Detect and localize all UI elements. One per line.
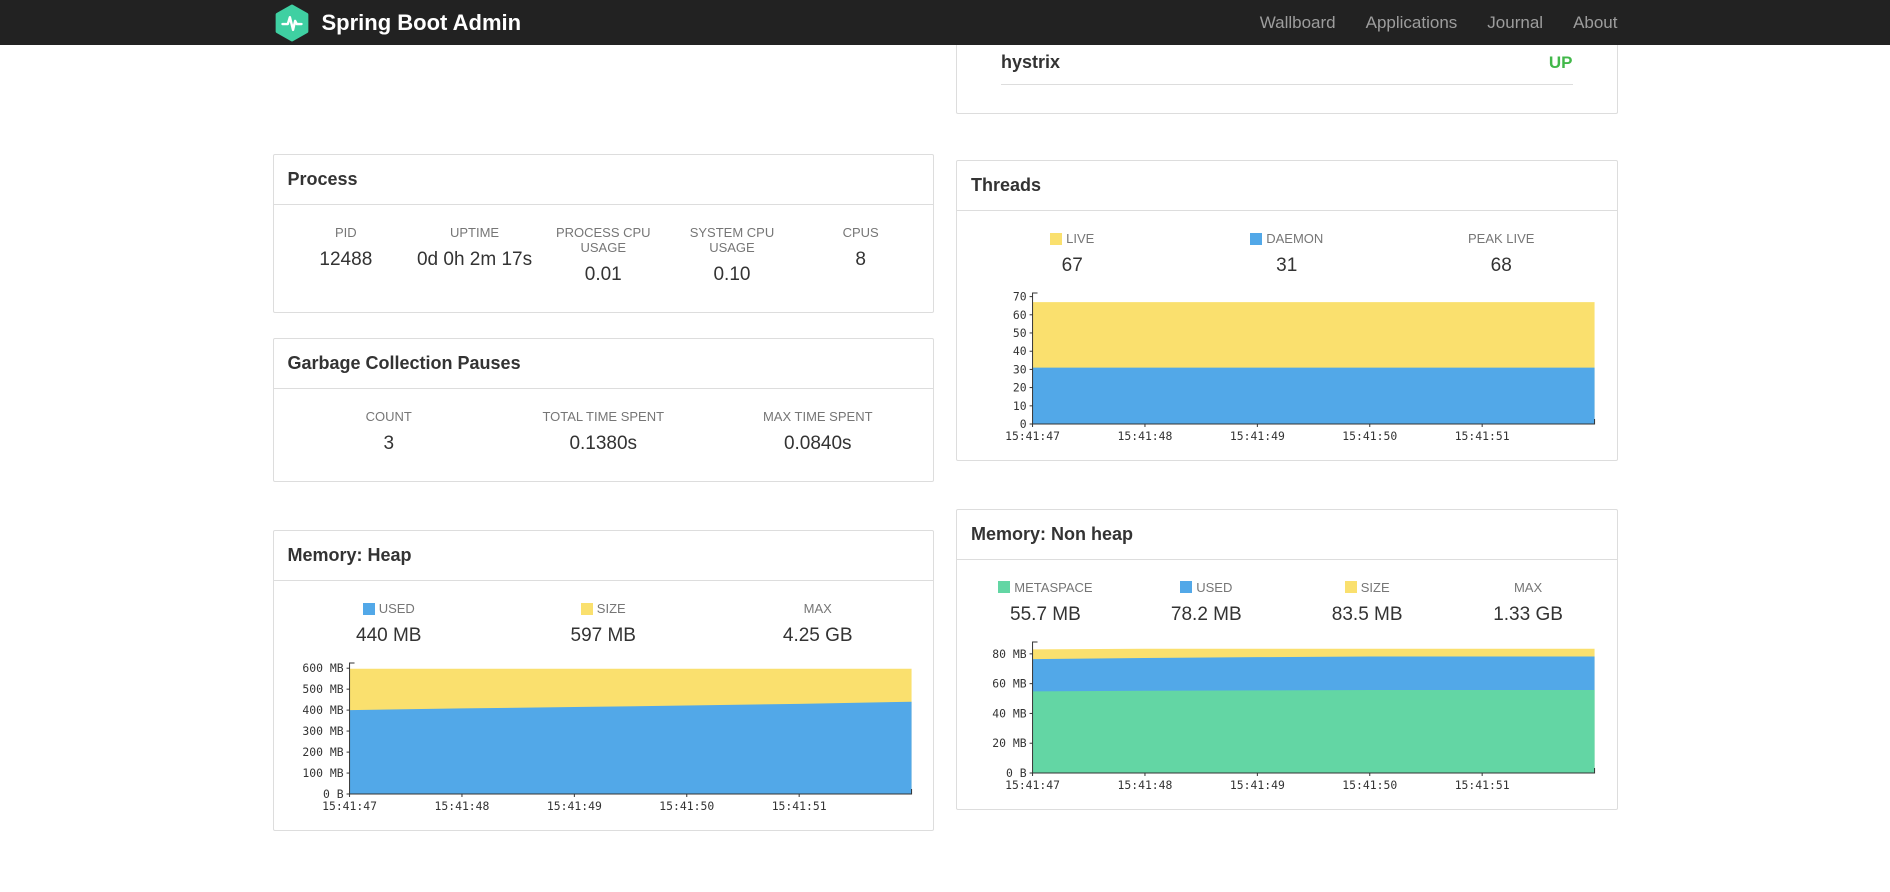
memory-nonheap-legend: METASPACE 55.7 MB USED 78.2 MB SIZE 83.5… — [957, 560, 1617, 630]
svg-text:200 MB: 200 MB — [302, 745, 343, 759]
svg-text:15:41:50: 15:41:50 — [1342, 429, 1397, 443]
memory-heap-legend: USED 440 MB SIZE 597 MB MAX 4.25 GB — [274, 581, 934, 651]
nav-item-wallboard[interactable]: Wallboard — [1260, 13, 1336, 33]
stat-pid: PID 12488 — [319, 225, 373, 270]
memory-heap-panel: Memory: Heap USED 440 MB SIZE 597 MB MAX… — [272, 530, 934, 831]
memory-heap-chart-wrap: 0 B 100 MB 200 MB 300 MB 400 MB 500 MB 600 MB 1… — [274, 651, 934, 830]
svg-text:15:41:49: 15:41:49 — [1230, 778, 1285, 792]
svg-text:500 MB: 500 MB — [302, 682, 343, 696]
size-swatch-icon — [1344, 581, 1357, 594]
gc-panel-title: Garbage Collection Pauses — [273, 339, 933, 389]
memory-heap-panel-title: Memory: Heap — [273, 531, 933, 581]
gc-stats: COUNT 3 TOTAL TIME SPENT 0.1380s MAX TIM… — [274, 389, 934, 481]
health-name: hystrix — [1001, 52, 1061, 72]
svg-text:60 MB: 60 MB — [992, 676, 1026, 690]
threads-chart-wrap: 0 10 20 30 40 50 60 70 15:41:47 15:41:48 15:41:49 1… — [957, 281, 1617, 460]
legend-nonheap-used: USED 78.2 MB — [1170, 579, 1242, 625]
threads-panel: Threads LIVE 67 DAEMON 31 PEAK LIVE 68 0… — [956, 160, 1618, 461]
gc-panel: Garbage Collection Pauses COUNT 3 TOTAL … — [272, 338, 934, 482]
health-row-hystrix: hystrix UP — [1001, 45, 1573, 85]
brand-title: Spring Boot Admin — [321, 9, 522, 35]
memory-nonheap-chart-wrap: 0 B 20 MB 40 MB 60 MB 80 MB 15:41:47 15:41:48 1… — [957, 630, 1617, 809]
threads-legend: LIVE 67 DAEMON 31 PEAK LIVE 68 — [957, 211, 1617, 281]
legend-threads-peak-live: PEAK LIVE 68 — [1468, 231, 1535, 276]
spring-boot-admin-logo-icon — [273, 4, 311, 42]
process-stats: PID 12488 UPTIME 0d 0h 2m 17s PROCESS CP… — [274, 205, 934, 312]
right-column: hystrix UP Threads LIVE 67 DAEMON 31 PEA… — [956, 45, 1618, 810]
memory-nonheap-panel: Memory: Non heap METASPACE 55.7 MB USED … — [956, 508, 1618, 810]
svg-text:15:41:48: 15:41:48 — [1117, 778, 1172, 792]
memory-nonheap-panel-title: Memory: Non heap — [957, 510, 1617, 560]
legend-nonheap-max: MAX 1.33 GB — [1493, 579, 1563, 625]
left-column: Process PID 12488 UPTIME 0d 0h 2m 17s PR… — [272, 154, 934, 831]
svg-text:100 MB: 100 MB — [302, 766, 343, 780]
svg-text:15:41:51: 15:41:51 — [1455, 778, 1510, 792]
svg-text:15:41:50: 15:41:50 — [659, 799, 714, 813]
used-swatch-icon — [1180, 581, 1193, 594]
svg-text:15:41:48: 15:41:48 — [434, 799, 489, 813]
svg-text:15:41:51: 15:41:51 — [771, 799, 826, 813]
legend-nonheap-metaspace: METASPACE 55.7 MB — [965, 580, 1126, 626]
used-swatch-icon — [362, 602, 375, 615]
threads-chart: 01020304050607015:41:47 15:41:48 15:41:49 1… — [1005, 290, 1596, 443]
svg-text:600 MB: 600 MB — [302, 661, 343, 675]
svg-text:40 MB: 40 MB — [992, 706, 1026, 720]
svg-text:400 MB: 400 MB — [302, 703, 343, 717]
svg-text:300 MB: 300 MB — [302, 724, 343, 738]
application-status-panel: hystrix UP — [956, 45, 1618, 114]
svg-text:15:41:49: 15:41:49 — [546, 799, 601, 813]
svg-text:15:41:51: 15:41:51 — [1455, 429, 1510, 443]
legend-heap-used: USED 440 MB — [356, 601, 422, 646]
live-swatch-icon — [1050, 232, 1063, 245]
svg-text:15:41:47: 15:41:47 — [322, 799, 377, 813]
stat-system-cpu-usage: SYSTEM CPU USAGE 0.10 — [689, 225, 775, 285]
stat-cpus: CPUS 8 — [842, 225, 879, 270]
memory-heap-chart: 0 B100 MB200 MB300 MB400 MB500 MB600 MB1… — [302, 661, 912, 813]
size-swatch-icon — [580, 602, 593, 615]
stat-gc-total-time: TOTAL TIME SPENT 0.1380s — [542, 409, 665, 454]
nav-item-about[interactable]: About — [1573, 13, 1617, 33]
svg-text:10: 10 — [1013, 399, 1027, 413]
stat-uptime: UPTIME 0d 0h 2m 17s — [416, 225, 533, 270]
svg-text:15:41:49: 15:41:49 — [1230, 429, 1285, 443]
svg-text:40: 40 — [1013, 344, 1027, 358]
main-content: Process PID 12488 UPTIME 0d 0h 2m 17s PR… — [272, 45, 1618, 831]
status-badge: UP — [1548, 52, 1573, 72]
svg-text:20 MB: 20 MB — [992, 736, 1026, 750]
svg-text:70: 70 — [1013, 290, 1027, 304]
nav-item-applications[interactable]: Applications — [1366, 13, 1458, 33]
nav-item-journal[interactable]: Journal — [1487, 13, 1543, 33]
process-panel: Process PID 12488 UPTIME 0d 0h 2m 17s PR… — [272, 154, 934, 313]
stat-gc-max-time: MAX TIME SPENT 0.0840s — [762, 409, 873, 454]
brand-link[interactable]: Spring Boot Admin — [273, 4, 522, 42]
memory-nonheap-chart: 0 B20 MB40 MB60 MB80 MB15:41:47 15:41:48 1… — [992, 641, 1596, 792]
svg-text:15:41:48: 15:41:48 — [1117, 429, 1172, 443]
nav-links: Wallboard Applications Journal About — [1230, 13, 1618, 33]
legend-nonheap-size: SIZE 83.5 MB — [1331, 579, 1403, 625]
svg-text:30: 30 — [1013, 362, 1027, 376]
svg-text:15:41:47: 15:41:47 — [1005, 778, 1060, 792]
legend-heap-size: SIZE 597 MB — [570, 601, 636, 646]
stat-gc-count: COUNT 3 — [365, 409, 412, 454]
process-panel-title: Process — [273, 155, 933, 205]
threads-panel-title: Threads — [957, 161, 1617, 211]
daemon-swatch-icon — [1250, 232, 1263, 245]
panel-spacer — [957, 85, 1617, 113]
svg-text:80 MB: 80 MB — [992, 647, 1026, 661]
navbar: Spring Boot Admin Wallboard Applications… — [0, 0, 1890, 45]
metaspace-swatch-icon — [998, 581, 1011, 594]
legend-threads-live: LIVE 67 — [965, 231, 1180, 277]
legend-heap-max: MAX 4.25 GB — [782, 601, 853, 646]
svg-text:15:41:47: 15:41:47 — [1005, 429, 1060, 443]
svg-text:50: 50 — [1013, 326, 1027, 340]
svg-text:20: 20 — [1013, 381, 1027, 395]
legend-threads-daemon: DAEMON 31 — [1180, 231, 1395, 277]
stat-process-cpu-usage: PROCESS CPU USAGE 0.01 — [555, 225, 651, 285]
svg-text:60: 60 — [1013, 308, 1027, 322]
svg-text:15:41:50: 15:41:50 — [1342, 778, 1397, 792]
